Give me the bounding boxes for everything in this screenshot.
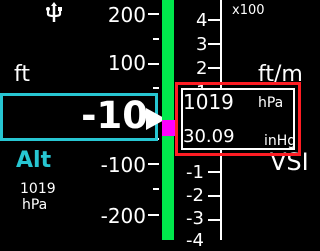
baro-hpa-unit: hPa bbox=[258, 95, 284, 111]
vsi-multiplier: x100 bbox=[232, 3, 265, 18]
alt-tick-200: 200 bbox=[107, 3, 146, 27]
alt-label: Alt bbox=[16, 148, 52, 173]
vsi-tick-minus-2: -2 bbox=[186, 185, 204, 206]
alt-baro-small-value: 1019 bbox=[20, 181, 56, 197]
alt-tick-minus-200: -200 bbox=[100, 204, 146, 228]
alt-unit-label: ft bbox=[14, 62, 30, 87]
vsi-tick-3: 3 bbox=[196, 34, 208, 55]
alt-tick-minus-100: -100 bbox=[100, 153, 146, 177]
vsi-tick-4: 4 bbox=[196, 10, 208, 31]
vsi-tick-2: 2 bbox=[196, 58, 208, 79]
baro-inhg-unit: inHg bbox=[264, 133, 297, 149]
usb-trident-icon bbox=[44, 2, 64, 24]
vsi-tick-minus-3: -3 bbox=[186, 208, 204, 229]
baro-hpa-value: 1019 bbox=[183, 90, 234, 114]
baro-inhg-value: 30.09 bbox=[183, 126, 235, 147]
alt-baro-small-unit: hPa bbox=[22, 197, 48, 213]
vsi-tick-minus-1: -1 bbox=[186, 162, 204, 183]
alt-tick-100: 100 bbox=[107, 51, 146, 75]
vsi-tick-minus-4: -4 bbox=[186, 230, 204, 251]
altitude-value: -10 bbox=[81, 94, 148, 137]
